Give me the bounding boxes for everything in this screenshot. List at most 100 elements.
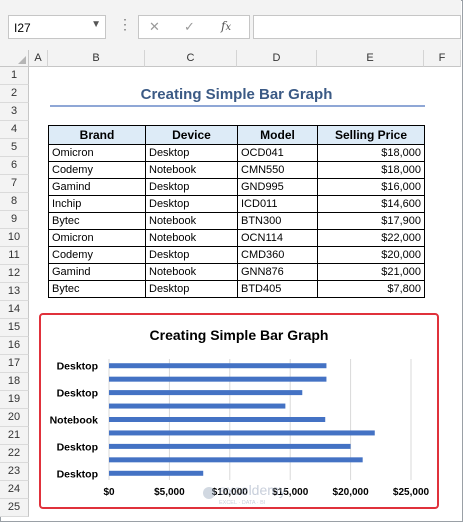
cell-brand[interactable]: Gamind: [48, 178, 146, 196]
cell-brand[interactable]: Gamind: [48, 263, 146, 281]
cell-brand[interactable]: Bytec: [48, 280, 146, 298]
cell-selling-price[interactable]: $18,000: [317, 161, 425, 179]
table-row: Codemy Desktop CMD360 $20,000: [48, 246, 425, 264]
row-header-3[interactable]: 3: [0, 103, 29, 121]
cell-model[interactable]: GND995: [237, 178, 318, 196]
bar-notebook[interactable]: [109, 417, 326, 422]
check-icon[interactable]: ✓: [184, 19, 195, 35]
column-header-d[interactable]: D: [237, 50, 317, 67]
row-header-24[interactable]: 24: [0, 481, 29, 499]
row-header-21[interactable]: 21: [0, 427, 29, 445]
fx-icon[interactable]: fx: [221, 19, 231, 33]
chart-title[interactable]: Creating Simple Bar Graph: [150, 327, 329, 343]
bar-notebook[interactable]: [109, 457, 363, 463]
watermark-logo: exceldemy: [219, 482, 286, 498]
bar-desktop[interactable]: [109, 403, 286, 409]
column-header-f[interactable]: F: [424, 50, 461, 67]
select-all-triangle-icon: [18, 56, 26, 64]
column-header-a[interactable]: A: [29, 50, 48, 67]
row-header-14[interactable]: 14: [0, 301, 29, 319]
column-header-b[interactable]: B: [48, 50, 145, 67]
row-header-16[interactable]: 16: [0, 337, 29, 355]
row-header-5[interactable]: 5: [0, 139, 29, 157]
cell-device[interactable]: Notebook: [145, 263, 238, 281]
cell-model[interactable]: BTN300: [237, 212, 318, 230]
cell-selling-price[interactable]: $17,900: [317, 212, 425, 230]
formula-tools: ✕ ✓ fx: [138, 15, 250, 39]
table-row: Omicron Desktop OCD041 $18,000: [48, 144, 425, 162]
cell-model[interactable]: ICD011: [237, 195, 318, 213]
cell-device[interactable]: Desktop: [145, 195, 238, 213]
row-header-10[interactable]: 10: [0, 229, 29, 247]
column-header-e[interactable]: E: [317, 50, 424, 67]
more-options-icon[interactable]: ⋮: [118, 16, 132, 33]
column-header-c[interactable]: C: [145, 50, 237, 67]
table-row: Gamind Desktop GND995 $16,000: [48, 178, 425, 196]
bar-desktop[interactable]: [109, 363, 327, 369]
row-header-2[interactable]: 2: [0, 85, 29, 103]
cell-device[interactable]: Notebook: [145, 212, 238, 230]
table-header-row: Brand Device Model Selling Price: [48, 125, 425, 145]
row-header-23[interactable]: 23: [0, 463, 29, 481]
cell-brand[interactable]: Inchip: [48, 195, 146, 213]
cell-model[interactable]: OCD041: [237, 144, 318, 162]
bar-desktop[interactable]: [109, 390, 303, 396]
cell-selling-price[interactable]: $7,800: [317, 280, 425, 298]
row-header-15[interactable]: 15: [0, 319, 29, 337]
header-device[interactable]: Device: [145, 125, 238, 145]
cell-model[interactable]: BTD405: [237, 280, 318, 298]
bar-desktop[interactable]: [109, 443, 351, 449]
name-box[interactable]: I27 ▼: [8, 15, 106, 39]
bar-notebook[interactable]: [109, 430, 375, 436]
row-header-22[interactable]: 22: [0, 445, 29, 463]
row-header-20[interactable]: 20: [0, 409, 29, 427]
cell-device[interactable]: Notebook: [145, 229, 238, 247]
cell-model[interactable]: CMN550: [237, 161, 318, 179]
row-header-13[interactable]: 13: [0, 283, 29, 301]
row-header-11[interactable]: 11: [0, 247, 29, 265]
row-header-8[interactable]: 8: [0, 193, 29, 211]
cell-selling-price[interactable]: $16,000: [317, 178, 425, 196]
bar-desktop[interactable]: [109, 470, 204, 476]
chevron-down-icon[interactable]: ▼: [91, 19, 101, 30]
cell-device[interactable]: Desktop: [145, 144, 238, 162]
cell-model[interactable]: CMD360: [237, 246, 318, 264]
row-header-4[interactable]: 4: [0, 121, 29, 139]
cell-device[interactable]: Desktop: [145, 246, 238, 264]
header-selling-price[interactable]: Selling Price: [317, 125, 425, 145]
bar-chart[interactable]: Creating Simple Bar Graph $0 $5,000 $10,000…: [39, 313, 439, 509]
formula-input[interactable]: [253, 15, 461, 39]
cell-device[interactable]: Desktop: [145, 280, 238, 298]
cell-brand[interactable]: Omicron: [48, 229, 146, 247]
cell-model[interactable]: OCN114: [237, 229, 318, 247]
row-header-25[interactable]: 25: [0, 499, 29, 517]
row-header-9[interactable]: 9: [0, 211, 29, 229]
cell-brand[interactable]: Codemy: [48, 161, 146, 179]
sheet-title: Creating Simple Bar Graph: [140, 86, 333, 103]
cell-device[interactable]: Notebook: [145, 161, 238, 179]
row-header-18[interactable]: 18: [0, 373, 29, 391]
row-header-6[interactable]: 6: [0, 157, 29, 175]
close-icon[interactable]: ✕: [149, 19, 160, 35]
row-header-17[interactable]: 17: [0, 355, 29, 373]
row-header-7[interactable]: 7: [0, 175, 29, 193]
select-all-corner[interactable]: [0, 50, 29, 67]
cell-selling-price[interactable]: $14,600: [317, 195, 425, 213]
row-header-19[interactable]: 19: [0, 391, 29, 409]
cell-brand[interactable]: Codemy: [48, 246, 146, 264]
cell-selling-price[interactable]: $18,000: [317, 144, 425, 162]
name-box-value: I27: [14, 21, 31, 35]
cell-model[interactable]: GNN876: [237, 263, 318, 281]
cell-brand[interactable]: Bytec: [48, 212, 146, 230]
cell-brand[interactable]: Omicron: [48, 144, 146, 162]
cell-device[interactable]: Desktop: [145, 178, 238, 196]
bar-notebook[interactable]: [109, 376, 327, 382]
header-model[interactable]: Model: [237, 125, 318, 145]
cell-selling-price[interactable]: $21,000: [317, 263, 425, 281]
table-row: Gamind Notebook GNN876 $21,000: [48, 263, 425, 281]
row-header-1[interactable]: 1: [0, 67, 29, 85]
header-brand[interactable]: Brand: [48, 125, 146, 145]
cell-selling-price[interactable]: $22,000: [317, 229, 425, 247]
row-header-12[interactable]: 12: [0, 265, 29, 283]
cell-selling-price[interactable]: $20,000: [317, 246, 425, 264]
